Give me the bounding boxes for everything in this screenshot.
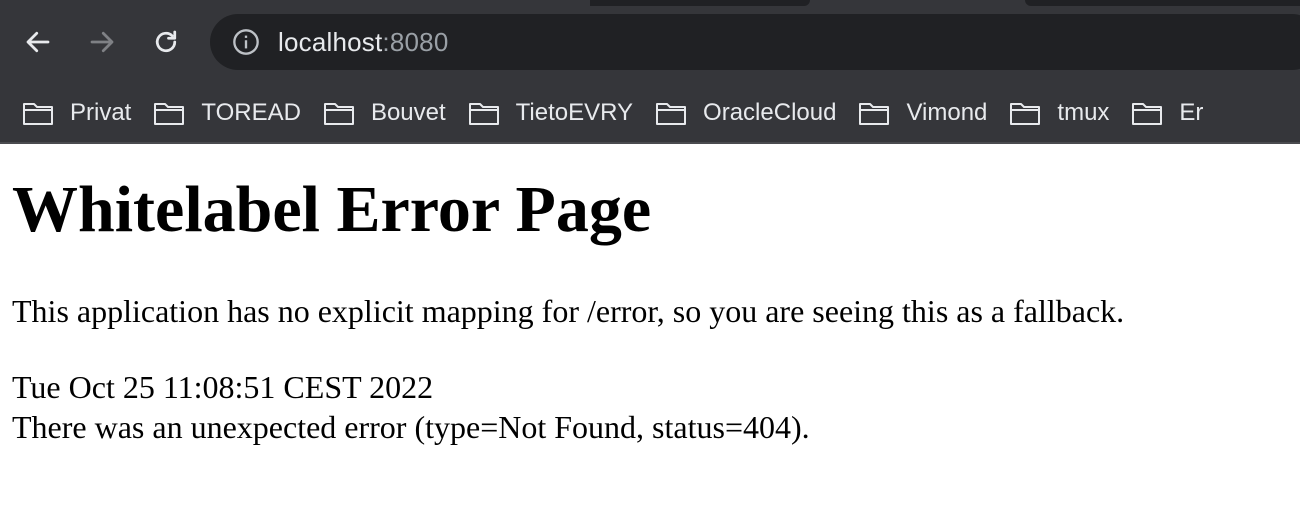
bookmark-label: TOREAD: [201, 99, 301, 126]
bookmark-label: tmux: [1057, 99, 1110, 126]
bookmark-folder-er[interactable]: Er: [1131, 99, 1213, 127]
bookmark-folder-vimond[interactable]: Vimond: [858, 99, 997, 127]
folder-icon: [154, 103, 185, 125]
bookmark-folder-bouvet[interactable]: Bouvet: [323, 99, 456, 127]
site-info-button[interactable]: [232, 28, 260, 56]
browser-chrome: localhost:8080 Privat TOREAD Bouvet Tiet…: [0, 0, 1300, 144]
url-host: localhost: [278, 26, 383, 57]
back-button[interactable]: [18, 22, 58, 62]
folder-icon: [468, 103, 499, 125]
bookmark-folder-tmux[interactable]: tmux: [1009, 99, 1119, 127]
bookmark-label: Er: [1179, 99, 1204, 126]
bookmark-folder-oraclecloud[interactable]: OracleCloud: [655, 99, 846, 127]
bookmark-label: Vimond: [906, 99, 988, 126]
bookmark-folder-tietoevry[interactable]: TietoEVRY: [468, 99, 643, 127]
folder-icon: [859, 103, 890, 125]
bookmarks-bar: Privat TOREAD Bouvet TietoEVRY OracleClo…: [0, 84, 1300, 144]
folder-icon: [1010, 103, 1041, 125]
page-title: Whitelabel Error Page: [12, 173, 652, 246]
arrow-right-icon: [90, 31, 114, 53]
bookmark-label: OracleCloud: [703, 99, 837, 126]
error-details: Tue Oct 25 11:08:51 CEST 2022 There was …: [12, 367, 1288, 447]
folder-icon: [23, 103, 53, 125]
bookmark-folder-privat[interactable]: Privat: [22, 99, 141, 127]
url-port: :8080: [382, 26, 449, 57]
bookmark-folder-toread[interactable]: TOREAD: [153, 99, 311, 127]
arrow-left-icon: [26, 31, 50, 53]
tab-strip-edge: [590, 0, 810, 6]
address-bar[interactable]: localhost:8080: [210, 14, 1300, 70]
tab-strip-edge: [1025, 0, 1300, 6]
error-message: This application has no explicit mapping…: [12, 293, 1125, 330]
reload-button[interactable]: [146, 22, 186, 62]
url-text: localhost:8080: [278, 27, 449, 58]
info-icon: [233, 29, 259, 55]
browser-toolbar: localhost:8080: [0, 0, 1300, 84]
bookmark-label: TietoEVRY: [515, 99, 634, 126]
folder-icon: [323, 103, 354, 125]
error-description: There was an unexpected error (type=Not …: [12, 409, 810, 446]
folder-icon: [1132, 103, 1163, 125]
page-content: Whitelabel Error Page This application h…: [0, 144, 1300, 465]
bookmark-label: Bouvet: [370, 99, 446, 126]
forward-button[interactable]: [82, 22, 122, 62]
folder-icon: [656, 103, 687, 125]
error-timestamp: Tue Oct 25 11:08:51 CEST 2022: [12, 369, 434, 406]
bookmark-label: Privat: [70, 99, 132, 126]
reload-icon: [155, 30, 177, 53]
